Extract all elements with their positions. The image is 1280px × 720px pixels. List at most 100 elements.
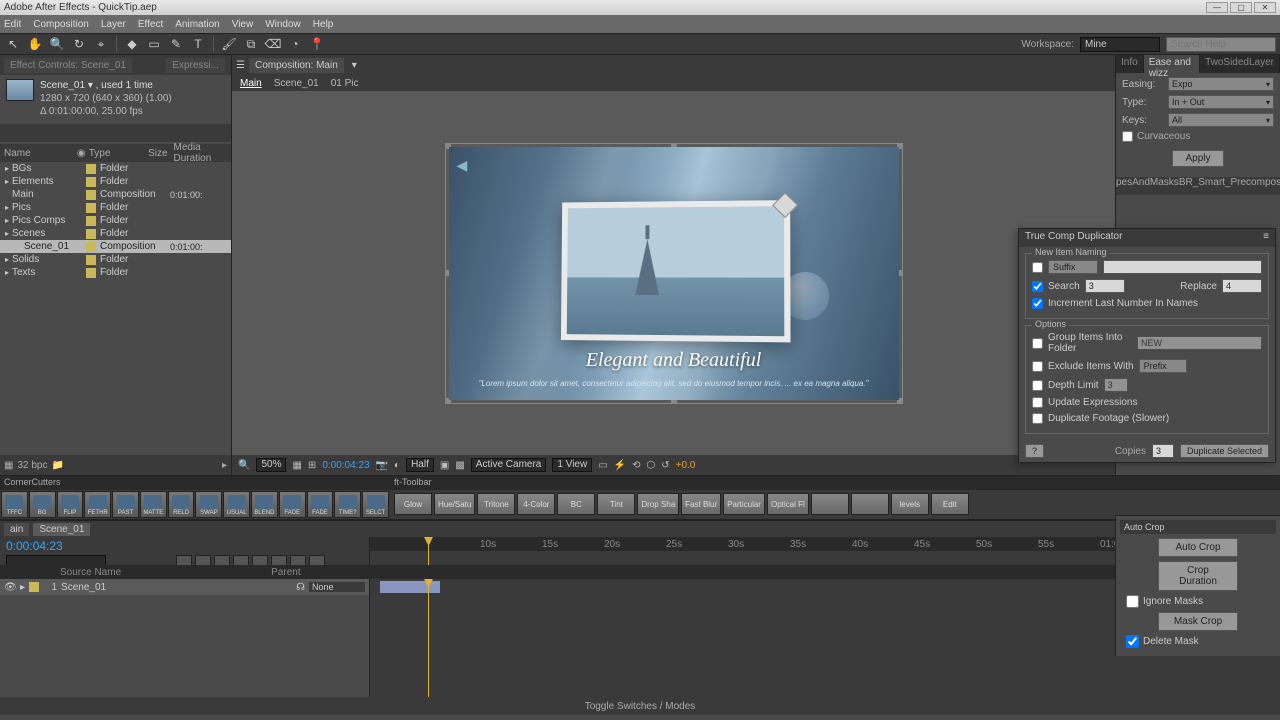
ft-blank-button[interactable] [851, 493, 889, 515]
flowchart-icon[interactable]: ⬡ [647, 460, 656, 471]
transparency-icon[interactable]: ▩ [455, 460, 464, 471]
expression-tab[interactable]: Expressi... [166, 58, 225, 73]
crumb-scene[interactable]: Scene_01 [274, 78, 319, 89]
ft-tint-button[interactable]: Tint [597, 493, 635, 515]
curvaceous-checkbox[interactable] [1122, 131, 1133, 142]
selection-tool-icon[interactable]: ↖ [4, 35, 22, 53]
ft-bc-button[interactable]: BC [557, 493, 595, 515]
toggle-switches-button[interactable]: Toggle Switches / Modes [585, 701, 696, 712]
menu-view[interactable]: View [232, 19, 254, 30]
depth-checkbox[interactable] [1032, 380, 1043, 391]
menu-edit[interactable]: Edit [4, 19, 21, 30]
project-item[interactable]: ▸ElementsFolder [0, 175, 231, 188]
fast-preview-icon[interactable]: ⚡ [614, 460, 626, 471]
duplicate-selected-button[interactable]: Duplicate Selected [1180, 444, 1269, 458]
timeline-timecode[interactable]: 0:00:04:23 [6, 539, 63, 553]
project-item[interactable]: ▸TextsFolder [0, 266, 231, 279]
col-type[interactable]: Type [89, 148, 148, 159]
ft-levels-button[interactable]: levels [891, 493, 929, 515]
guides-icon[interactable]: ⊞ [308, 460, 316, 471]
maximize-button[interactable]: ▢ [1230, 2, 1252, 13]
cc-matte-button[interactable]: MATTE [140, 491, 167, 518]
search-input[interactable] [1085, 279, 1125, 293]
col-name[interactable]: Name [0, 148, 77, 159]
col-size[interactable]: Size [148, 148, 173, 159]
project-item[interactable]: ▸Pics CompsFolder [0, 214, 231, 227]
new-folder-icon[interactable]: 📁 [51, 460, 63, 471]
mask-crop-button[interactable]: Mask Crop [1158, 612, 1238, 631]
hand-tool-icon[interactable]: ✋ [26, 35, 44, 53]
ft-tritone-button[interactable]: Tritone [477, 493, 515, 515]
project-item[interactable]: ▸BGsFolder [0, 162, 231, 175]
magnify-icon[interactable]: 🔍 [238, 460, 250, 471]
exposure-value[interactable]: +0.0 [676, 460, 696, 471]
project-item[interactable]: ▸SolidsFolder [0, 253, 231, 266]
comp-tab-dropdown-icon[interactable]: ▾ [352, 60, 357, 71]
panel-menu-icon[interactable]: ≡ [1263, 231, 1269, 245]
project-item[interactable]: ▸PicsFolder [0, 201, 231, 214]
roto-tool-icon[interactable]: ◔ [286, 35, 304, 53]
col-label-icon[interactable]: ◉ [77, 148, 89, 159]
ft-fastblur-button[interactable]: Fast Blur [681, 493, 721, 515]
close-button[interactable]: ✕ [1254, 2, 1276, 13]
ft-huesatu-button[interactable]: Hue/Satu [434, 493, 475, 515]
grid-icon[interactable]: ▦ [292, 460, 301, 471]
camera-dropdown[interactable]: Active Camera [471, 458, 547, 472]
easing-dropdown[interactable]: Expo [1168, 77, 1274, 91]
cc-past-button[interactable]: PAST [112, 491, 139, 518]
eraser-tool-icon[interactable]: ⌫ [264, 35, 282, 53]
camera-tool-icon[interactable]: ⌖ [92, 35, 110, 53]
minimize-button[interactable]: — [1206, 2, 1228, 13]
group-checkbox[interactable] [1032, 338, 1043, 349]
comp-tab-main[interactable]: Composition: Main [249, 58, 344, 73]
increment-checkbox[interactable] [1032, 298, 1043, 309]
suffix-input[interactable] [1103, 260, 1262, 274]
tab-twosided[interactable]: TwoSidedLayer [1200, 55, 1280, 73]
ft-opticalfl-button[interactable]: Optical Fl [767, 493, 809, 515]
layer-label-color[interactable] [29, 582, 39, 592]
pixel-aspect-icon[interactable]: ▭ [598, 460, 607, 471]
col-duration[interactable]: Media Duration [174, 142, 231, 164]
project-search[interactable] [0, 124, 231, 142]
project-item[interactable]: Scene_01Composition0:01:00: [0, 240, 231, 253]
cc-time?-button[interactable]: TIME? [334, 491, 361, 518]
cc-usual-button[interactable]: USUAL [223, 491, 250, 518]
tab-shapes-masks[interactable]: pesAndMasks [1116, 177, 1179, 195]
autocrop-button[interactable]: Auto Crop [1158, 538, 1238, 557]
cc-selct-button[interactable]: SELCT [362, 491, 389, 518]
timeline-link-icon[interactable]: ⟲ [632, 460, 640, 471]
playhead[interactable] [428, 537, 429, 565]
composition-viewer[interactable]: ◀ Elegant and Beautiful "Lorem ipsum dol… [232, 91, 1115, 455]
layer-row-1[interactable]: 👁 ▸ 1 Scene_01 ☊ None [0, 579, 369, 595]
cc-reld-button[interactable]: RELD [168, 491, 195, 518]
copies-input[interactable] [1152, 444, 1174, 458]
cc-tffc-button[interactable]: TFFC [1, 491, 28, 518]
keys-dropdown[interactable]: All [1168, 113, 1274, 127]
roi-icon[interactable]: ▣ [440, 460, 449, 471]
cc-fade-button[interactable]: FADE [307, 491, 334, 518]
views-dropdown[interactable]: 1 View [552, 458, 592, 472]
search-checkbox[interactable] [1032, 281, 1043, 292]
crumb-main[interactable]: Main [240, 78, 262, 89]
rotate-tool-icon[interactable]: ↻ [70, 35, 88, 53]
clone-tool-icon[interactable]: ⧉ [242, 35, 260, 53]
effect-controls-tab[interactable]: Effect Controls: Scene_01 [4, 58, 132, 73]
menu-animation[interactable]: Animation [175, 19, 219, 30]
menu-help[interactable]: Help [313, 19, 334, 30]
cc-bg-button[interactable]: BG [29, 491, 56, 518]
suffix-checkbox[interactable] [1032, 262, 1043, 273]
brush-tool-icon[interactable]: 🖌 [220, 35, 238, 53]
tab-info[interactable]: Info [1116, 55, 1144, 73]
zoom-dropdown[interactable]: 50% [256, 458, 286, 472]
ft-blank-button[interactable] [811, 493, 849, 515]
channel-icon[interactable]: ◐ [394, 460, 400, 471]
exposure-reset-icon[interactable]: ↺ [661, 460, 669, 471]
resolution-dropdown[interactable]: Half [406, 458, 434, 472]
interpret-footage-icon[interactable]: ▦ [4, 460, 13, 471]
menu-layer[interactable]: Layer [101, 19, 126, 30]
twirl-icon[interactable]: ▸ [20, 582, 25, 593]
cc-blend-button[interactable]: BLEND [251, 491, 278, 518]
layer-name[interactable]: Scene_01 [61, 582, 292, 593]
crumb-pic[interactable]: 01 Pic [331, 78, 359, 89]
ft-particular-button[interactable]: Particular [723, 493, 765, 515]
